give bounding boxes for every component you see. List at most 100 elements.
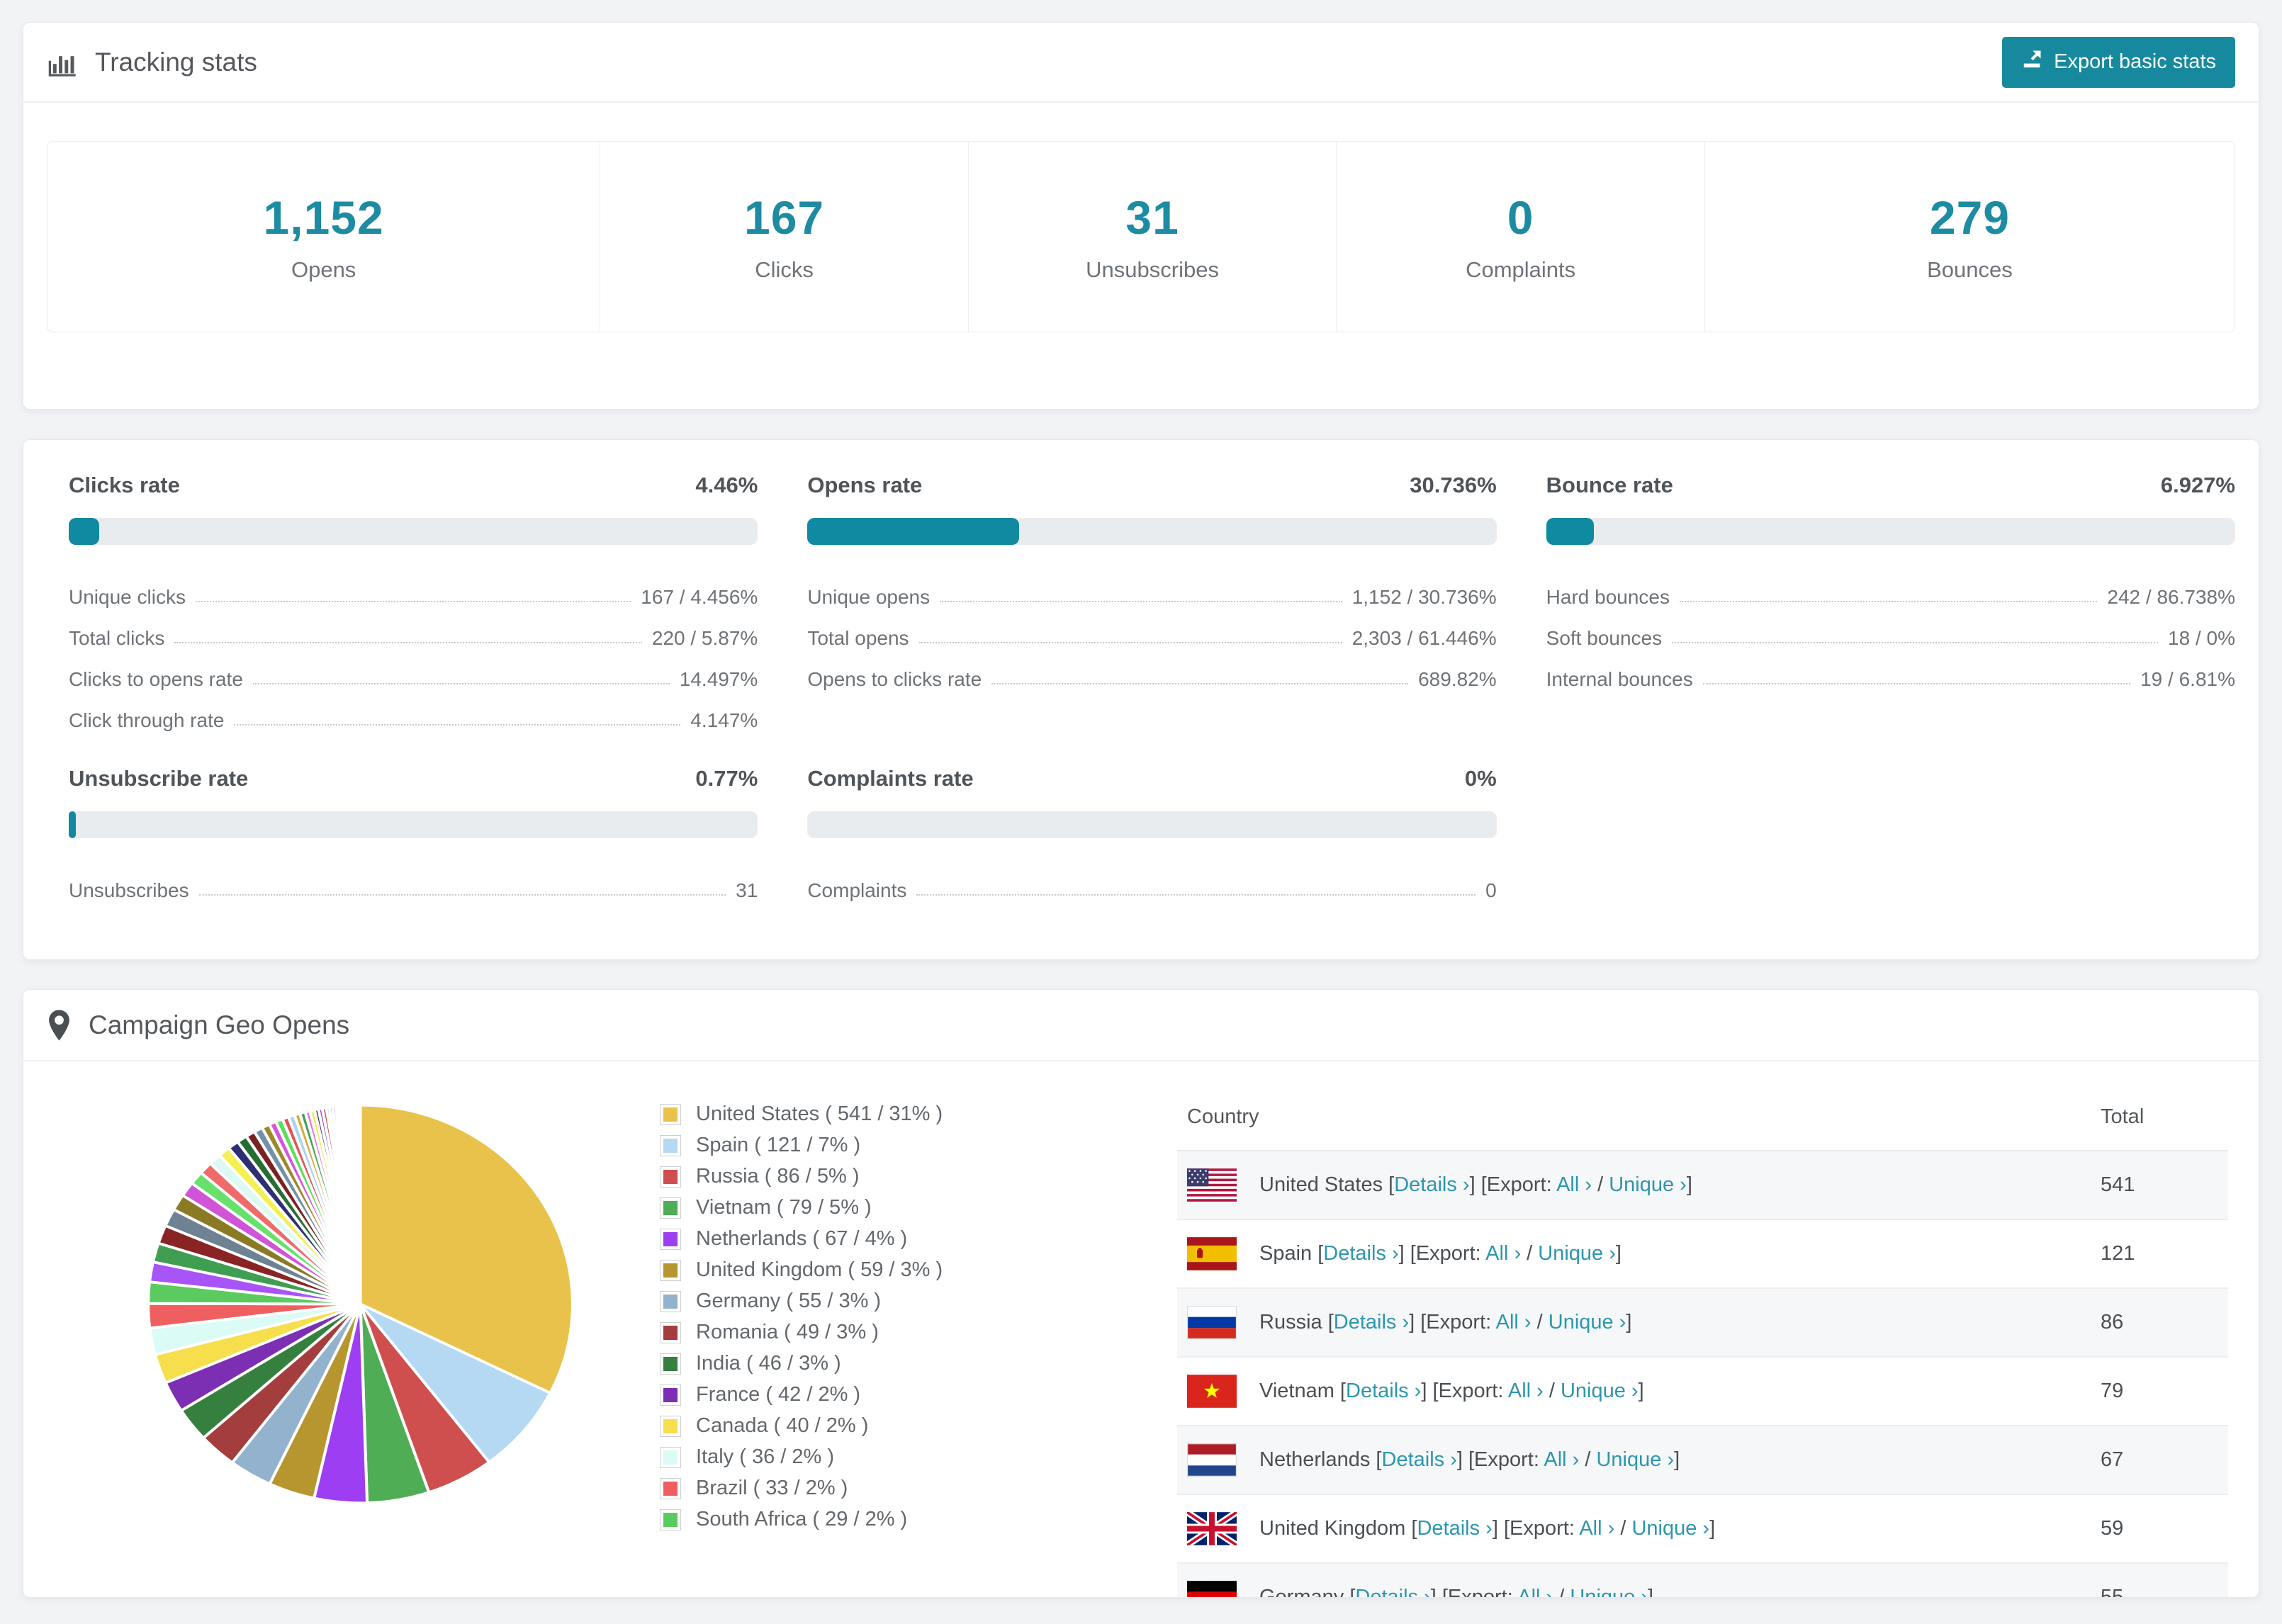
country-name: Russia bbox=[1259, 1311, 1322, 1333]
export-unique-link-russia[interactable]: Unique › bbox=[1548, 1311, 1626, 1333]
total-value: 121 bbox=[2101, 1219, 2228, 1289]
detail-label: Unique clicks bbox=[69, 586, 186, 608]
stat-value: 167 bbox=[743, 191, 825, 244]
link-separator: / bbox=[1553, 1586, 1570, 1598]
stat-value: 0 bbox=[1507, 191, 1534, 244]
link-separator: ] [Export: bbox=[1409, 1311, 1496, 1333]
dotted-leader bbox=[195, 601, 631, 602]
export-unique-link-united-kingdom[interactable]: Unique › bbox=[1631, 1517, 1709, 1540]
legend-label: India ( 46 / 3% ) bbox=[696, 1352, 841, 1375]
rate-section-complaints-rate: Complaints rate 0% Complaints 0 bbox=[807, 766, 1497, 903]
flag-de-icon bbox=[1187, 1581, 1237, 1597]
export-all-link-vietnam[interactable]: All › bbox=[1508, 1380, 1544, 1402]
country-cell: United States [Details ›] [Export: All ›… bbox=[1259, 1173, 1692, 1197]
legend-item-italy: Italy ( 36 / 2% ) bbox=[660, 1445, 1067, 1469]
legend-label: Romania ( 49 / 3% ) bbox=[696, 1321, 879, 1343]
link-separator: ] [Export: bbox=[1492, 1517, 1580, 1540]
legend-swatch bbox=[660, 1103, 681, 1125]
detail-value: 19 / 6.81% bbox=[2140, 668, 2235, 690]
detail-label: Click through rate bbox=[69, 709, 225, 731]
link-separator: / bbox=[1592, 1173, 1609, 1196]
table-row-spain: Spain [Details ›] [Export: All › / Uniqu… bbox=[1177, 1219, 2228, 1289]
detail-label: Internal bounces bbox=[1546, 668, 1693, 690]
legend-swatch bbox=[660, 1321, 681, 1343]
stat-box-unsubscribes: 31 Unsubscribes bbox=[967, 142, 1337, 332]
export-unique-link-spain[interactable]: Unique › bbox=[1538, 1242, 1616, 1265]
stat-value: 31 bbox=[1125, 191, 1179, 244]
legend-item-india: India ( 46 / 3% ) bbox=[660, 1352, 1067, 1375]
details-link-united-states[interactable]: Details › bbox=[1394, 1173, 1469, 1196]
export-all-link-spain[interactable]: All › bbox=[1485, 1242, 1521, 1265]
detail-value: 14.497% bbox=[679, 668, 758, 690]
details-link-germany[interactable]: Details › bbox=[1355, 1586, 1430, 1597]
rate-detail-row: Hard bounces 242 / 86.738% bbox=[1546, 568, 2235, 609]
details-link-netherlands[interactable]: Details › bbox=[1382, 1448, 1457, 1471]
country-name: United Kingdom bbox=[1259, 1517, 1406, 1540]
export-all-link-germany[interactable]: All › bbox=[1517, 1586, 1553, 1597]
link-separator: ] [Export: bbox=[1398, 1242, 1486, 1265]
detail-value: 1,152 / 30.736% bbox=[1351, 586, 1497, 608]
rate-progress-fill bbox=[1546, 518, 1594, 545]
table-row-united-states: United States [Details ›] [Export: All ›… bbox=[1177, 1151, 2228, 1220]
geo-pie-box bbox=[144, 1101, 577, 1507]
legend-label: United States ( 541 / 31% ) bbox=[696, 1103, 943, 1125]
legend-swatch bbox=[660, 1290, 681, 1312]
link-separator: ] [Export: bbox=[1469, 1173, 1557, 1196]
link-separator: [ bbox=[1370, 1448, 1382, 1471]
geo-countries-table: Country Total United States [Details ›] … bbox=[1177, 1086, 2228, 1598]
legend-swatch bbox=[660, 1477, 681, 1499]
link-separator: ] bbox=[1674, 1448, 1680, 1471]
dotted-leader bbox=[252, 683, 670, 684]
legend-label: France ( 42 / 2% ) bbox=[696, 1383, 861, 1406]
details-link-united-kingdom[interactable]: Details › bbox=[1417, 1517, 1492, 1540]
detail-label: Unique opens bbox=[807, 586, 931, 608]
stat-value: 1,152 bbox=[263, 191, 384, 244]
legend-item-germany: Germany ( 55 / 3% ) bbox=[660, 1290, 1067, 1313]
legend-swatch bbox=[660, 1166, 681, 1188]
rate-progress-fill bbox=[807, 518, 1020, 545]
geo-title: Campaign Geo Opens bbox=[89, 1010, 350, 1039]
details-link-vietnam[interactable]: Details › bbox=[1346, 1380, 1421, 1402]
legend-label: Brazil ( 33 / 2% ) bbox=[696, 1477, 848, 1499]
legend-item-france: France ( 42 / 2% ) bbox=[660, 1383, 1067, 1406]
tracking-stats-header: Tracking stats Export basic stats bbox=[23, 23, 2259, 103]
export-basic-stats-button[interactable]: Export basic stats bbox=[2002, 36, 2235, 88]
link-separator: ] [Export: bbox=[1421, 1380, 1508, 1402]
rate-section-bounce-rate: Bounce rate 6.927% Hard bounces 242 / 86.73… bbox=[1546, 473, 2235, 733]
table-row-germany: Germany [Details ›] [Export: All › / Uni… bbox=[1177, 1563, 2228, 1598]
geo-opens-pie-chart bbox=[147, 1103, 574, 1505]
geo-header: Campaign Geo Opens bbox=[23, 990, 2259, 1061]
country-name: Spain bbox=[1259, 1242, 1313, 1265]
total-value: 541 bbox=[2101, 1151, 2228, 1220]
detail-value: 31 bbox=[736, 879, 758, 901]
rate-section-opens-rate: Opens rate 30.736% Unique opens 1,152 / 30.… bbox=[807, 473, 1497, 733]
detail-label: Soft bounces bbox=[1546, 627, 1663, 649]
legend-swatch bbox=[660, 1353, 681, 1375]
export-all-link-netherlands[interactable]: All › bbox=[1544, 1448, 1579, 1471]
detail-value: 2,303 / 61.446% bbox=[1351, 627, 1497, 649]
details-link-russia[interactable]: Details › bbox=[1334, 1311, 1409, 1333]
column-header-country: Country bbox=[1177, 1086, 2101, 1151]
export-unique-link-vietnam[interactable]: Unique › bbox=[1561, 1380, 1639, 1402]
legend-item-netherlands: Netherlands ( 67 / 4% ) bbox=[660, 1227, 1067, 1251]
export-unique-link-netherlands[interactable]: Unique › bbox=[1596, 1448, 1674, 1471]
export-icon bbox=[2021, 49, 2042, 76]
export-unique-link-germany[interactable]: Unique › bbox=[1570, 1586, 1648, 1597]
dotted-leader bbox=[991, 683, 1409, 684]
country-cell: Germany [Details ›] [Export: All › / Uni… bbox=[1259, 1586, 1653, 1598]
rate-title: Unsubscribe rate bbox=[69, 765, 249, 791]
rate-value: 6.927% bbox=[2160, 473, 2235, 497]
export-unique-link-united-states[interactable]: Unique › bbox=[1609, 1173, 1687, 1196]
export-all-link-united-kingdom[interactable]: All › bbox=[1579, 1517, 1614, 1540]
country-name: Netherlands bbox=[1259, 1448, 1371, 1471]
link-separator: ] [Export: bbox=[1456, 1448, 1544, 1471]
summary-stats-row: 1,152 Opens 167 Clicks 31 Unsubscribes 0 Compla… bbox=[47, 141, 2235, 332]
details-link-spain[interactable]: Details › bbox=[1323, 1242, 1398, 1265]
link-separator: [ bbox=[1383, 1173, 1395, 1196]
legend-label: Netherlands ( 67 / 4% ) bbox=[696, 1227, 908, 1250]
dotted-leader bbox=[916, 893, 1476, 896]
detail-value: 0 bbox=[1485, 879, 1497, 901]
export-all-link-united-states[interactable]: All › bbox=[1556, 1173, 1592, 1196]
export-all-link-russia[interactable]: All › bbox=[1496, 1311, 1531, 1333]
stat-box-opens: 1,152 Opens bbox=[47, 142, 600, 332]
